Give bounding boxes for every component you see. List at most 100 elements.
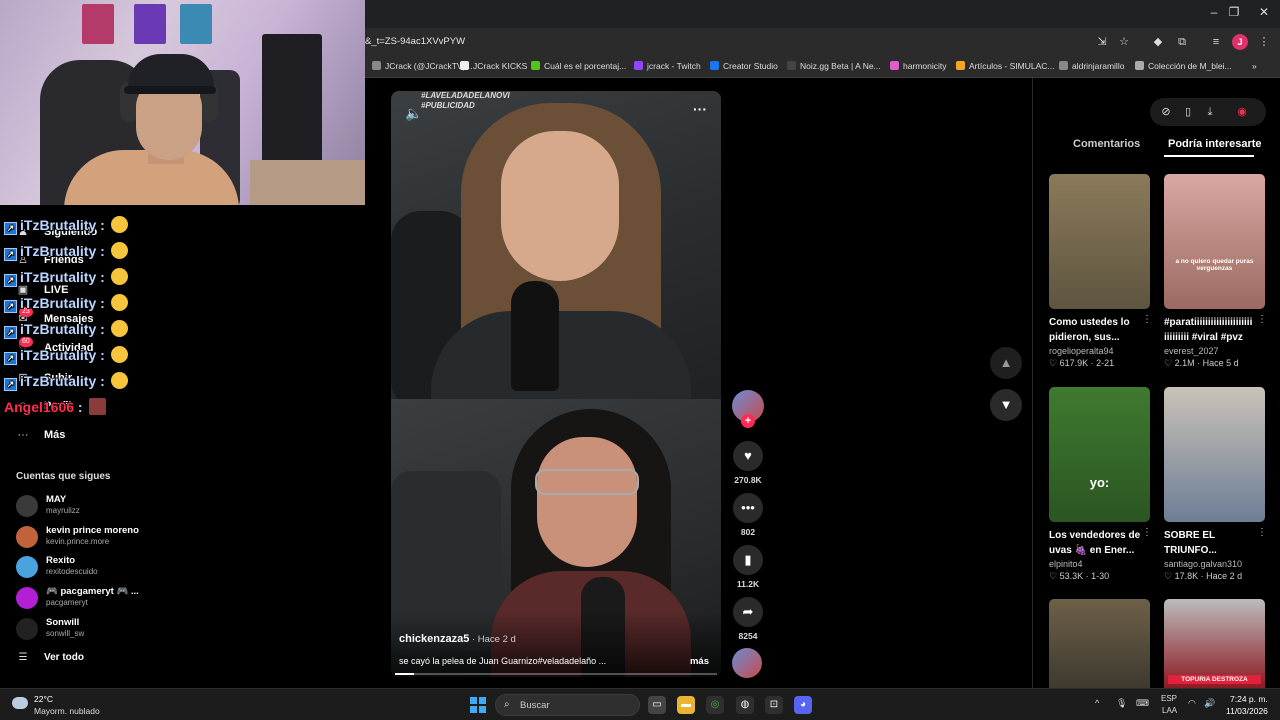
bookmark-favicon-icon (1135, 61, 1144, 70)
video-thumbnail[interactable] (1164, 387, 1265, 522)
clock-time[interactable]: 7:24 p. m. (1230, 694, 1268, 704)
wifi-icon[interactable]: ◠ (1188, 698, 1196, 709)
tab-search-icon[interactable]: ≡ (1208, 34, 1224, 50)
mic-icon[interactable]: 🎙 (1116, 698, 1127, 709)
taskbar-search[interactable]: ⌕ Buscar (495, 694, 640, 716)
emote-image-icon (88, 398, 106, 415)
bookmark-item[interactable]: JCrack (@JCrackTV)... (372, 61, 473, 71)
user-avatar-icon[interactable]: ◉ (1234, 104, 1250, 120)
sub-badge-icon: ↗ (4, 274, 17, 287)
share-action[interactable]: ➦ 8254 (733, 597, 763, 641)
player-tools: ⊘ ▯ ⤓ ◉ (1150, 98, 1266, 126)
mini-player-icon[interactable]: ▯ (1180, 104, 1196, 120)
next-video-button[interactable]: ▼ (990, 389, 1022, 421)
download-icon[interactable]: ⤓ (1202, 104, 1218, 120)
video-thumbnail[interactable]: a no quiero quedar puras verguenzas (1164, 174, 1265, 309)
list-icon: ☰ (18, 652, 28, 663)
bookmark-item[interactable]: aldrinjaramillo (1059, 61, 1124, 71)
following-account[interactable]: MAY mayrulizz (16, 492, 166, 520)
video-thumbnail[interactable] (1049, 174, 1150, 309)
bookmark-star-icon[interactable]: ☆ (1116, 34, 1132, 50)
minimize-button[interactable]: – (1204, 5, 1224, 19)
video-thumbnail[interactable]: TOPURIA DESTROZA (1164, 599, 1265, 688)
suggested-video-card[interactable]: Como ustedes lo pidieron, sus... rogelio… (1049, 174, 1152, 369)
follow-plus-icon[interactable]: + (741, 414, 755, 428)
extensions-puzzle-icon[interactable]: ⧉ (1174, 34, 1190, 50)
suggested-video-card[interactable]: yo: Los vendedores de uvas 🍇 en Ener... … (1049, 387, 1152, 582)
sub-badge-icon: ↗ (4, 352, 17, 365)
volume-icon[interactable]: 🔊 (1204, 698, 1215, 709)
bookmark-item[interactable]: jcrack - Twitch (634, 61, 701, 71)
following-account[interactable]: Sonwill sonwill_sw (16, 615, 166, 643)
video-author[interactable]: chickenzaza5 · Hace 2 d (399, 633, 516, 645)
tab-suggestions[interactable]: Podría interesarte (1168, 138, 1262, 150)
previous-video-button[interactable]: ▲ (990, 347, 1022, 379)
chat-message: ↗ iTzBrutality : (4, 294, 128, 313)
comment-icon[interactable]: ••• (733, 493, 763, 523)
following-account[interactable]: kevin prince moreno kevin.prince.more (16, 523, 166, 551)
bookmark-item[interactable]: Cuál es el porcentaj... (531, 61, 626, 71)
clock-date[interactable]: 11/03/2026 (1226, 706, 1268, 716)
autoscroll-icon[interactable]: ⊘ (1158, 104, 1174, 120)
following-account[interactable]: 🎮 pacgameryt 🎮 ... pacgameryt (16, 584, 166, 612)
video-thumbnail[interactable]: yo: (1049, 387, 1150, 522)
install-app-icon[interactable]: ⇲ (1094, 34, 1110, 50)
card-options-icon[interactable]: ⋮ (1142, 314, 1152, 325)
following-account[interactable]: Rexito rexitodescuido (16, 553, 166, 581)
weather-desc[interactable]: Mayorm. nublado (34, 706, 100, 716)
discord-icon[interactable]: ◕ (794, 696, 812, 714)
weather-cloud-icon[interactable] (12, 697, 28, 709)
chrome-icon[interactable]: ◎ (706, 696, 724, 714)
obs-icon[interactable]: ◍ (736, 696, 754, 714)
profile-avatar[interactable]: J (1232, 34, 1248, 50)
task-view-icon[interactable]: ▭ (648, 696, 666, 714)
bookmark-item[interactable]: harmonicity (890, 61, 946, 71)
card-options-icon[interactable]: ⋮ (1257, 314, 1267, 325)
heart-icon[interactable]: ♥ (733, 441, 763, 471)
tab-comments[interactable]: Comentarios (1073, 138, 1140, 150)
extension-diamond-icon[interactable]: ◆ (1150, 34, 1166, 50)
caption-more-link[interactable]: más (690, 656, 709, 667)
comment-action[interactable]: ••• 802 (733, 493, 763, 537)
volume-icon[interactable]: 🔈 (405, 105, 422, 122)
suggested-video-card[interactable]: TOPURIA DESTROZA (1164, 599, 1265, 688)
like-action[interactable]: ♥ 270.8K (733, 441, 763, 485)
close-button[interactable]: ✕ (1254, 5, 1274, 19)
video-options-icon[interactable]: ··· (693, 101, 707, 117)
card-options-icon[interactable]: ⋮ (1257, 527, 1267, 538)
file-explorer-icon[interactable]: ▬ (677, 696, 695, 714)
tray-overflow-icon[interactable]: ^ (1095, 698, 1099, 708)
save-action[interactable]: ▮ 11.2K (733, 545, 763, 589)
see-all-link[interactable]: ☰ Ver todo (16, 652, 85, 663)
bookmark-item[interactable]: Creator Studio (710, 61, 778, 71)
start-button[interactable] (470, 697, 486, 713)
bookmark-item[interactable]: JCrack KICKS (460, 61, 527, 71)
suggested-video-card[interactable]: SOBRE EL TRIUNFO... santiago.galvan310 ♡… (1164, 387, 1267, 582)
bookmark-favicon-icon (710, 61, 719, 70)
card-options-icon[interactable]: ⋮ (1142, 527, 1152, 538)
bookmark-item[interactable]: Artículos - SIMULAC... (956, 61, 1055, 71)
nav-more[interactable]: ··· Más (16, 429, 66, 441)
bookmark-item[interactable]: Noiz.gg Beta | A Ne... (787, 61, 881, 71)
chat-message: ↗ iTzBrutality : (4, 346, 128, 365)
suggested-video-card[interactable]: a no quiero quedar puras verguenzas #par… (1164, 174, 1267, 369)
restore-button[interactable]: ❐ (1224, 5, 1244, 19)
language-indicator[interactable]: ESP (1161, 694, 1177, 703)
video-thumbnail[interactable] (1049, 599, 1150, 688)
keyboard-icon[interactable]: ⌨ (1136, 698, 1149, 709)
bookmarks-overflow-icon[interactable]: » (1252, 61, 1257, 71)
emoji-icon (110, 216, 128, 233)
video-player[interactable]: #LAVELADADELANOVI #PUBLICIDAD 🔈 ··· chic… (391, 91, 721, 677)
video-progress-bar[interactable] (395, 673, 717, 675)
bookmark-item[interactable]: Colección de M_blei... (1135, 61, 1232, 71)
bookmark-icon[interactable]: ▮ (733, 545, 763, 575)
browser-menu-icon[interactable]: ⋮ (1256, 34, 1272, 50)
weather-temp[interactable]: 22°C (34, 694, 53, 704)
emoji-icon (110, 346, 128, 363)
url-field[interactable]: &_t=ZS-94ac1XVvPYW (365, 36, 465, 47)
share-icon[interactable]: ➦ (733, 597, 763, 627)
music-disc-avatar[interactable] (732, 648, 762, 678)
streamlabs-icon[interactable]: ⊡ (765, 696, 783, 714)
suggested-video-card[interactable] (1049, 599, 1150, 688)
language-indicator-sub[interactable]: LAA (1162, 706, 1177, 715)
